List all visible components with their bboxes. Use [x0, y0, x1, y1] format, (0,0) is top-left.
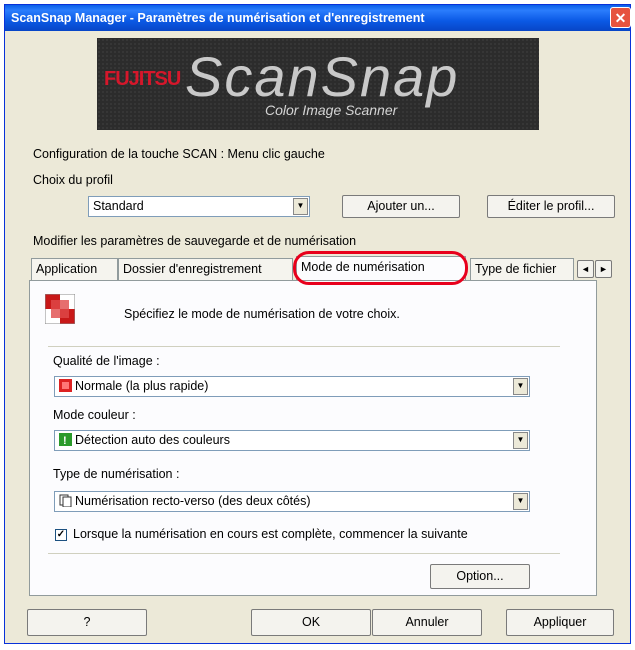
- ok-button[interactable]: OK: [251, 609, 371, 636]
- image-quality-value: Normale (la plus rapide): [75, 379, 209, 393]
- color-mode-label: Mode couleur :: [53, 408, 136, 422]
- highlight-ring: [293, 251, 468, 285]
- color-mode-value: Détection auto des couleurs: [75, 433, 230, 447]
- fujitsu-logo: FUJITSU: [104, 68, 181, 90]
- close-button[interactable]: ✕: [610, 7, 631, 28]
- scan-button-config: Configuration de la touche SCAN : Menu c…: [33, 147, 325, 161]
- profile-label: Choix du profil: [33, 173, 113, 187]
- divider: [48, 553, 560, 554]
- svg-text:!: !: [63, 435, 67, 446]
- cancel-button[interactable]: Annuler: [372, 609, 482, 636]
- duplex-page-icon: [59, 494, 72, 507]
- scan-type-label: Type de numérisation :: [53, 467, 180, 481]
- chevron-down-icon[interactable]: ▼: [513, 378, 528, 395]
- image-quality-select[interactable]: Normale (la plus rapide) ▼: [54, 376, 530, 397]
- scan-mode-icon: [45, 294, 75, 324]
- title-bar: ScanSnap Manager - Paramètres de numéris…: [5, 5, 631, 31]
- settings-heading: Modifier les paramètres de sauvegarde et…: [33, 234, 357, 248]
- apply-button[interactable]: Appliquer: [506, 609, 614, 636]
- continue-scan-label: Lorsque la numérisation en cours est com…: [73, 527, 468, 541]
- tab-application[interactable]: Application: [31, 258, 118, 280]
- panel-description: Spécifiez le mode de numérisation de vot…: [124, 307, 400, 321]
- divider: [48, 346, 560, 347]
- banner-tagline: Color Image Scanner: [265, 102, 398, 118]
- tab-save-folder[interactable]: Dossier d'enregistrement: [118, 258, 293, 280]
- option-button[interactable]: Option...: [430, 564, 530, 589]
- scansnap-banner: FUJITSU ScanSnap Color Image Scanner: [97, 38, 539, 130]
- window-title: ScanSnap Manager - Paramètres de numéris…: [11, 11, 425, 25]
- chevron-down-icon[interactable]: ▼: [513, 493, 528, 510]
- tab-file-type[interactable]: Type de fichier: [470, 258, 574, 280]
- continue-scan-checkbox[interactable]: ✓: [55, 529, 67, 541]
- tab-scroll-left-button[interactable]: ◄: [577, 260, 594, 278]
- scan-type-select[interactable]: Numérisation recto-verso (des deux côtés…: [54, 491, 530, 512]
- tab-scroll-right-button[interactable]: ►: [595, 260, 612, 278]
- color-mode-select[interactable]: ! Détection auto des couleurs ▼: [54, 430, 530, 451]
- add-profile-button[interactable]: Ajouter un...: [342, 195, 460, 218]
- scansnap-logo: ScanSnap: [185, 45, 460, 108]
- help-button[interactable]: ?: [27, 609, 147, 636]
- image-quality-label: Qualité de l'image :: [53, 354, 160, 368]
- auto-color-icon: !: [59, 433, 72, 446]
- profile-select[interactable]: Standard ▼: [88, 196, 310, 217]
- edit-profile-button[interactable]: Éditer le profil...: [487, 195, 615, 218]
- scanning-mode-panel: Spécifiez le mode de numérisation de vot…: [29, 280, 597, 596]
- scan-type-value: Numérisation recto-verso (des deux côtés…: [75, 494, 311, 508]
- chevron-down-icon[interactable]: ▼: [293, 198, 308, 215]
- checker-red-icon: [59, 379, 72, 392]
- profile-selected: Standard: [93, 199, 144, 213]
- chevron-down-icon[interactable]: ▼: [513, 432, 528, 449]
